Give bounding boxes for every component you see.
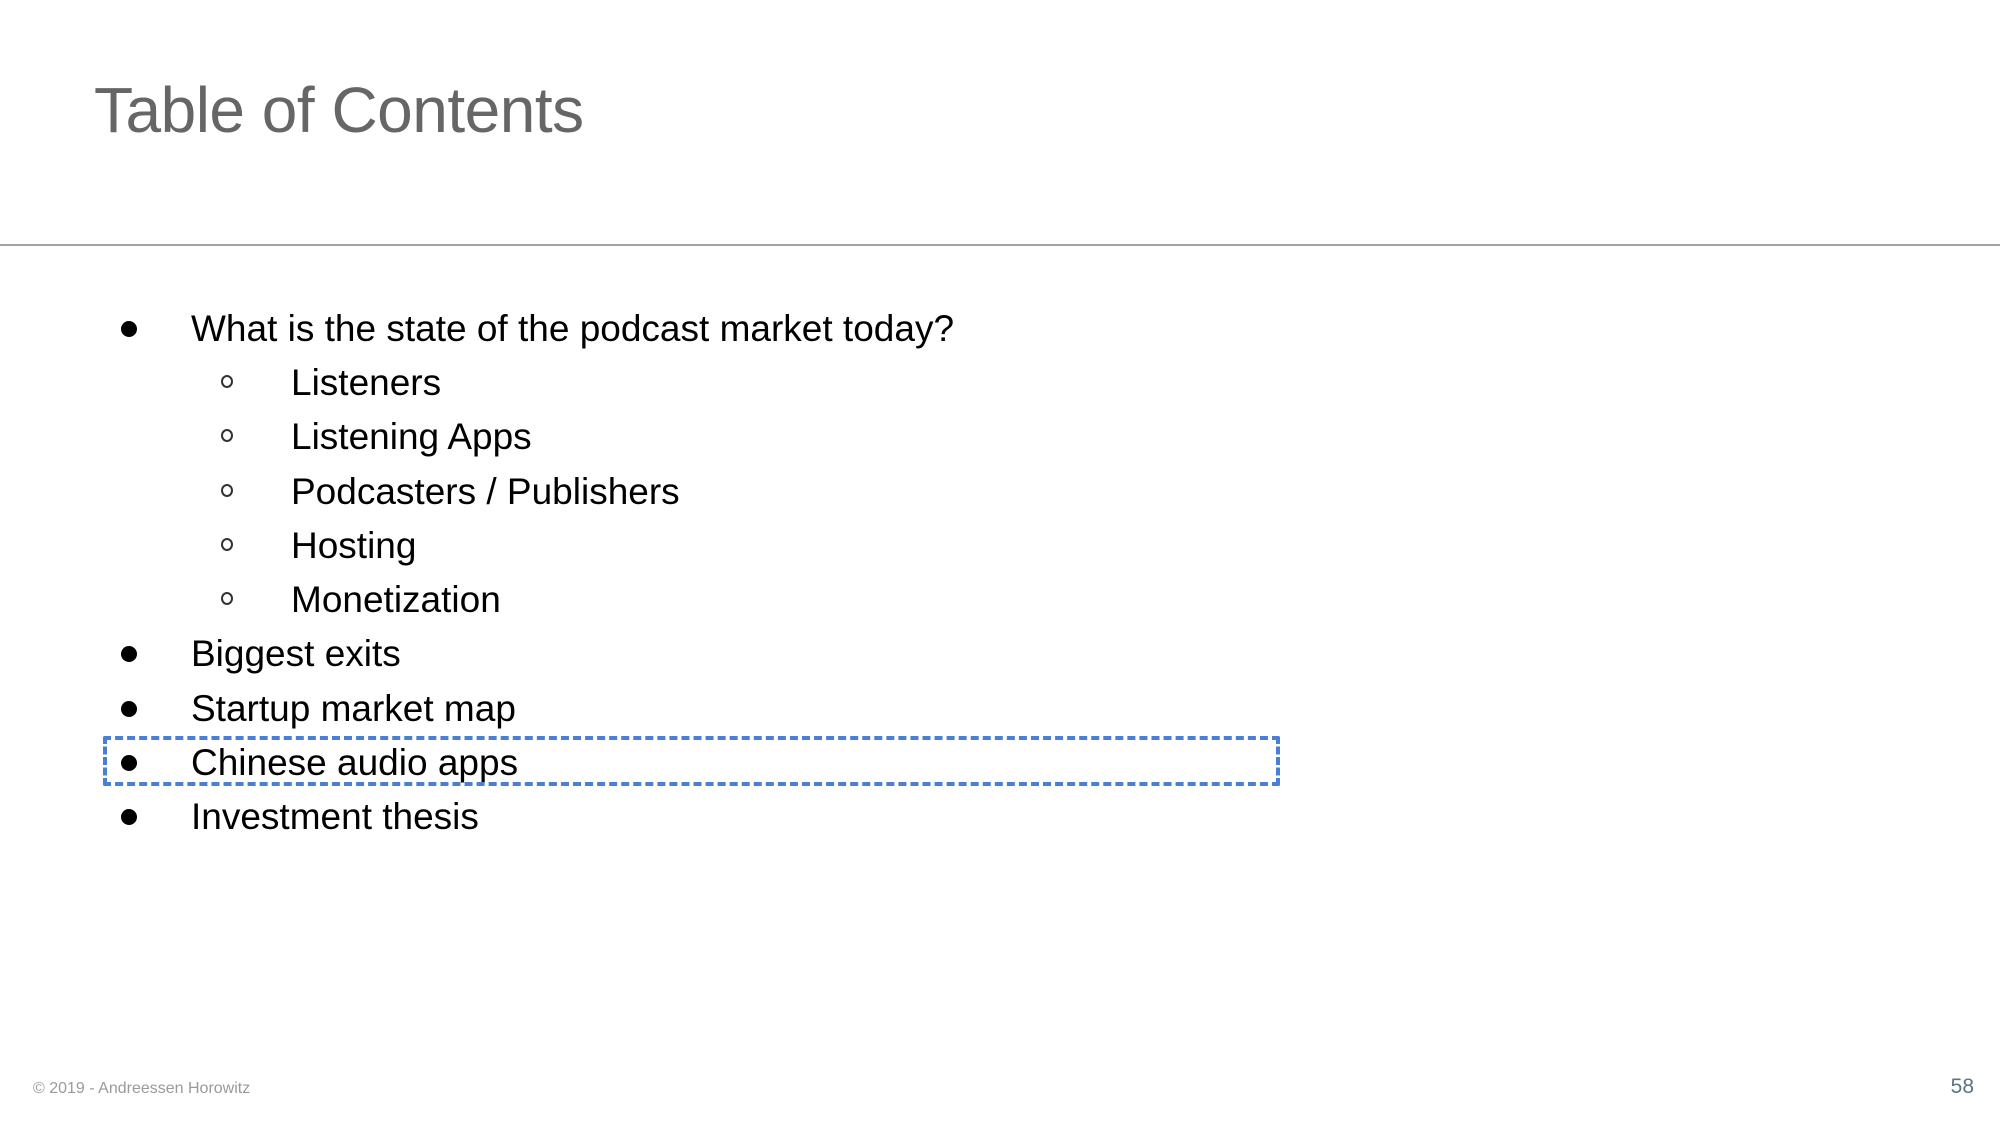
- toc-item-label: Biggest exits: [191, 633, 401, 674]
- hollow-circle-bullet-icon: [221, 484, 233, 497]
- page-number: 58: [1950, 1075, 1974, 1098]
- hollow-circle-bullet-icon: [221, 375, 233, 388]
- toc-item-label: Monetization: [291, 579, 501, 620]
- toc-item-label: Startup market map: [191, 688, 516, 729]
- title-divider: [0, 244, 2000, 246]
- highlight-box-chinese-audio-apps: [103, 736, 1280, 786]
- toc-item-label: What is the state of the podcast market …: [191, 308, 955, 349]
- footer-copyright: © 2019 - Andreessen Horowitz: [33, 1080, 251, 1097]
- toc-item-label: Listeners: [291, 362, 442, 403]
- hollow-circle-bullet-icon: [221, 538, 233, 551]
- toc-item-label: Podcasters / Publishers: [291, 471, 680, 512]
- hollow-circle-bullet-icon: [221, 429, 233, 442]
- toc-item-label: Listening Apps: [291, 416, 532, 457]
- toc-item-label: Hosting: [291, 525, 417, 566]
- slide-title: Table of Contents: [94, 74, 584, 146]
- filled-circle-bullet-icon: [121, 809, 137, 825]
- hollow-circle-bullet-icon: [221, 592, 233, 605]
- filled-circle-bullet-icon: [121, 646, 137, 662]
- filled-circle-bullet-icon: [121, 701, 137, 717]
- toc-item-label: Investment thesis: [191, 796, 479, 837]
- filled-circle-bullet-icon: [121, 321, 137, 337]
